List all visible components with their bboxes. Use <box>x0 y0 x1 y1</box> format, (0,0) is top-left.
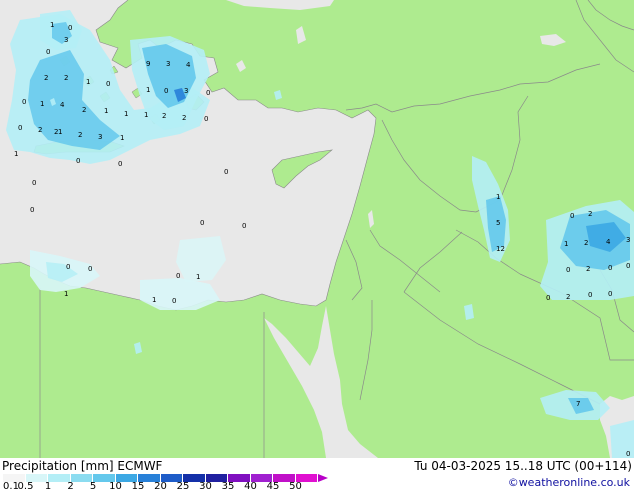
legend-tick-label: 25 <box>176 481 190 492</box>
precip-label: 2 <box>78 131 82 139</box>
legend-tick-label: 2 <box>67 481 74 492</box>
precip-label: 2 <box>566 293 570 301</box>
precip-label: 1 <box>50 21 54 29</box>
precip-label: 0 <box>224 168 228 176</box>
legend-tick-label: 50 <box>289 481 302 492</box>
precip-label: 0 <box>608 290 612 298</box>
legend-tick-label: 40 <box>244 481 257 492</box>
precip-label: 3 <box>166 60 170 68</box>
precip-label: 0 <box>176 272 180 280</box>
precip-label: 0 <box>30 206 34 214</box>
precip-label: 0 <box>164 87 168 95</box>
precip-label: 0 <box>118 160 122 168</box>
precip-label: 0 <box>172 297 176 305</box>
precip-label: 0 <box>18 124 22 132</box>
precip-label: 2 <box>82 106 86 114</box>
precip-label: 2 <box>44 74 48 82</box>
legend-tick-label: 20 <box>154 481 167 492</box>
precip-label: 1 <box>58 128 62 136</box>
precip-label: 5 <box>496 219 500 227</box>
legend-tick-label: 1 <box>44 481 52 492</box>
precip-label: 1 <box>120 134 124 142</box>
precip-label: 3 <box>626 236 630 244</box>
precip-label: 1 <box>40 100 44 108</box>
precip-label: 3 <box>64 36 68 44</box>
legend-overflow-arrow-icon <box>318 474 328 482</box>
precip-label: 0 <box>570 212 574 220</box>
legend-title: Precipitation [mm] ECMWF <box>2 459 163 473</box>
precip-label: 2 <box>586 265 590 273</box>
precip-label: 0 <box>626 450 630 458</box>
precip-label: 0 <box>206 89 210 97</box>
legend-tick-label: 0.5 <box>17 481 34 492</box>
legend-tick-label: 35 <box>221 481 235 492</box>
precip-label: 1 <box>64 290 68 298</box>
precip-label: 1 <box>86 78 90 86</box>
precip-label: 1 <box>144 111 148 119</box>
precip-label: 0 <box>22 98 26 106</box>
precip-label: 12 <box>496 245 505 253</box>
precip-label: 4 <box>60 101 65 109</box>
precip-label: 1 <box>564 240 568 248</box>
precip-label: 1 <box>146 86 150 94</box>
precip-label: 0 <box>68 24 72 32</box>
precip-label: 1 <box>14 150 18 158</box>
precip-label: 3 <box>98 133 102 141</box>
precip-label: 0 <box>242 222 246 230</box>
legend-tick-label: 10 <box>109 481 122 492</box>
precip-label: 4 <box>186 61 191 69</box>
legend-tick-label: 15 <box>131 481 145 492</box>
credit-link[interactable]: ©weatheronline.co.uk <box>508 476 630 489</box>
precip-label: 0 <box>200 219 204 227</box>
precip-label: 0 <box>626 262 630 270</box>
precip-label: 0 <box>204 115 208 123</box>
precip-label: 1 <box>104 107 108 115</box>
precip-label: 1 <box>124 110 128 118</box>
precip-label: 7 <box>576 400 580 408</box>
legend-tick-label: 45 <box>266 481 280 492</box>
footer: Precipitation [mm] ECMWF 0.1 0.5 1 2 5 10 15 20… <box>0 458 634 492</box>
precip-label: 4 <box>606 238 611 246</box>
precip-label: 2 <box>162 112 166 120</box>
precip-label: 1 <box>196 273 200 281</box>
precipitation-map[interactable]: 1 0 3 0 2 2 1 0 0 1 4 2 1 2 2 1 2 3 1 1 … <box>0 0 634 458</box>
precip-label: 0 <box>566 266 570 274</box>
precip-label: 2 <box>584 239 588 247</box>
precip-label: 0 <box>588 291 592 299</box>
legend-tick-label: 30 <box>199 481 212 492</box>
valid-time: Tu 04-03-2025 15..18 UTC (00+114) <box>414 459 632 473</box>
precip-label: 0 <box>88 265 92 273</box>
precip-label: 0 <box>76 157 80 165</box>
precip-label: 0 <box>106 80 110 88</box>
precip-label: 0 <box>608 264 612 272</box>
precip-label: 0 <box>66 263 70 271</box>
precip-label: 0 <box>546 294 550 302</box>
precip-label: 1 <box>496 193 500 201</box>
precip-label: 2 <box>588 210 592 218</box>
precip-label: 0 <box>46 48 50 56</box>
legend-tick-label: 5 <box>89 481 97 492</box>
precip-label: 9 <box>146 60 150 68</box>
precip-label: 2 <box>38 126 42 134</box>
precip-label: 0 <box>32 179 36 187</box>
precip-label: 1 <box>152 296 156 304</box>
precip-label: 2 <box>64 74 68 82</box>
precip-label: 3 <box>184 87 188 95</box>
precip-label: 2 <box>182 114 186 122</box>
